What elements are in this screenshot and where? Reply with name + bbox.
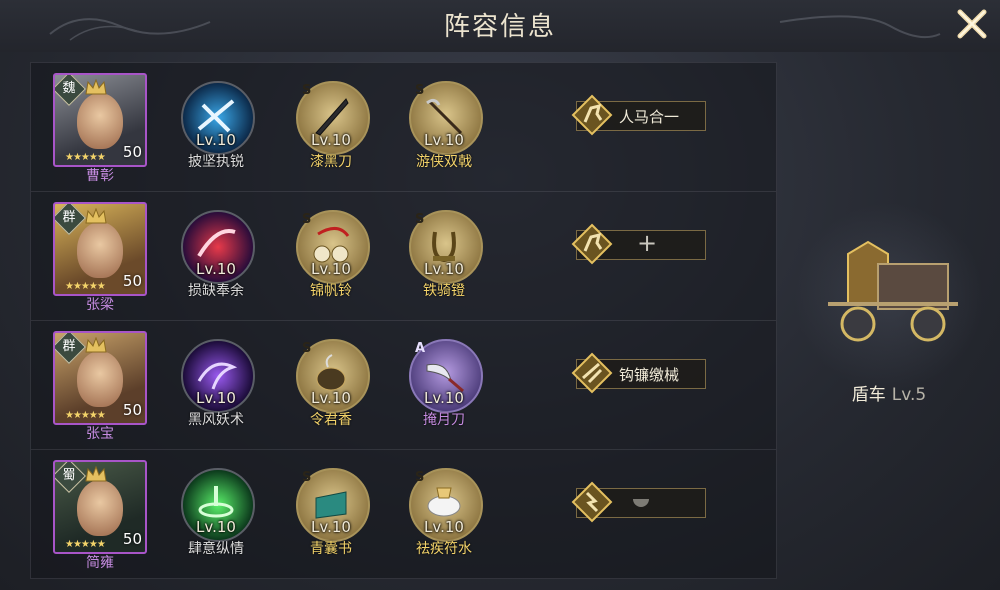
vehicle-name: 盾车 — [851, 385, 886, 405]
equip-name: 青囊书 — [310, 541, 352, 557]
equip-name: 掩月刀 — [423, 412, 465, 428]
hero-stars: ★★★★★ — [65, 410, 106, 421]
hero-portrait[interactable]: 蜀 ★★★★★ 50 — [53, 460, 147, 554]
equip-slot[interactable]: S Lv.10 锦帆铃 — [296, 210, 370, 299]
skill-name: 肆意纵情 — [188, 541, 244, 557]
skill-slot[interactable]: Lv.10 损缺奉余 — [181, 210, 255, 299]
equip-slot[interactable]: S Lv.10 祛疾符水 — [409, 468, 483, 557]
faction-badge: 魏 — [55, 75, 86, 106]
skill-name: 黑风妖术 — [188, 412, 244, 428]
horse-trait-icon — [571, 223, 613, 265]
lineup-panel: 魏 ★★★★★ 50 曹彰 Lv.10 披坚执锐 S Lv.10 漆黑刀 S L… — [30, 62, 777, 579]
hero-portrait[interactable]: 魏 ★★★★★ 50 — [53, 73, 147, 167]
faction-badge: 蜀 — [55, 462, 86, 493]
equip-slot[interactable]: S Lv.10 青囊书 — [296, 468, 370, 557]
hero-face — [77, 222, 123, 278]
header-bar: 阵容信息 — [0, 0, 1000, 52]
crown-icon — [85, 337, 107, 353]
hero-face — [77, 480, 123, 536]
trait-slot[interactable] — [571, 481, 706, 523]
lineup-row-2: 群 ★★★★★ 50 张梁 Lv.10 损缺奉余 S Lv.10 锦帆铃 S L… — [31, 192, 776, 321]
hero-level: 50 — [122, 530, 142, 548]
hero-name: 张宝 — [86, 426, 114, 442]
crown-icon — [85, 79, 107, 95]
add-trait-button[interactable]: + — [637, 229, 657, 257]
hero-face — [77, 93, 123, 149]
spark-trait-icon — [571, 481, 613, 523]
hero-portrait[interactable]: 群 ★★★★★ 50 — [53, 331, 147, 425]
equip-name: 铁骑镫 — [423, 283, 465, 299]
crown-icon — [85, 208, 107, 224]
vehicle-panel[interactable]: 盾车 Lv.5 — [790, 62, 988, 577]
skill-slot[interactable]: Lv.10 披坚执锐 — [181, 81, 255, 170]
skill-name: 披坚执锐 — [188, 154, 244, 170]
vehicle-label: 盾车 Lv.5 — [790, 380, 988, 405]
lineup-row-3: 群 ★★★★★ 50 张宝 Lv.10 黑风妖术 S Lv.10 令君香 A L… — [31, 321, 776, 450]
equip-slot[interactable]: S Lv.10 游侠双戟 — [409, 81, 483, 170]
hero-stars: ★★★★★ — [65, 281, 106, 292]
hero-portrait[interactable]: 群 ★★★★★ 50 — [53, 202, 147, 296]
hero-level: 50 — [122, 143, 142, 161]
hero-name: 简雍 — [86, 555, 114, 571]
faction-badge: 群 — [55, 204, 86, 235]
trait-slot[interactable]: 钩镰缴械 — [571, 352, 706, 394]
faction-badge: 群 — [55, 333, 86, 364]
hero-face — [77, 351, 123, 407]
equip-name: 游侠双戟 — [416, 154, 472, 170]
close-icon[interactable] — [954, 6, 990, 42]
hero-name: 张梁 — [86, 297, 114, 313]
hero-level: 50 — [122, 401, 142, 419]
equip-name: 祛疾符水 — [416, 541, 472, 557]
skill-slot[interactable]: Lv.10 肆意纵情 — [181, 468, 255, 557]
skill-slot[interactable]: Lv.10 黑风妖术 — [181, 339, 255, 428]
crown-icon — [85, 466, 107, 482]
hero-stars: ★★★★★ — [65, 539, 106, 550]
vehicle-level: Lv.5 — [891, 385, 927, 405]
hero-level: 50 — [122, 272, 142, 290]
trait-slot[interactable]: + — [571, 223, 706, 265]
lineup-row-4: 蜀 ★★★★★ 50 简雍 Lv.10 肆意纵情 S Lv.10 青囊书 S L… — [31, 450, 776, 578]
equip-name: 令君香 — [310, 412, 352, 428]
trait-label: 钩镰缴械 — [619, 366, 680, 384]
equip-slot[interactable]: A Lv.10 掩月刀 — [409, 339, 483, 428]
hero-stars: ★★★★★ — [65, 152, 106, 163]
equip-slot[interactable]: S Lv.10 漆黑刀 — [296, 81, 370, 170]
lineup-row-1: 魏 ★★★★★ 50 曹彰 Lv.10 披坚执锐 S Lv.10 漆黑刀 S L… — [31, 63, 776, 192]
trait-label: 人马合一 — [619, 108, 680, 126]
skill-name: 损缺奉余 — [188, 283, 244, 299]
ornament-right-icon — [779, 15, 941, 39]
equip-name: 漆黑刀 — [310, 154, 352, 170]
empty-trait-indicator — [633, 499, 649, 507]
hook-trait-icon — [571, 352, 613, 394]
trait-slot[interactable]: 人马合一 — [571, 94, 706, 136]
equip-slot[interactable]: S Lv.10 铁骑镫 — [409, 210, 483, 299]
equip-name: 锦帆铃 — [310, 283, 352, 299]
hero-name: 曹彰 — [86, 168, 114, 184]
shield-cart-icon — [828, 240, 958, 342]
equip-slot[interactable]: S Lv.10 令君香 — [296, 339, 370, 428]
horse-trait-icon — [571, 94, 613, 136]
